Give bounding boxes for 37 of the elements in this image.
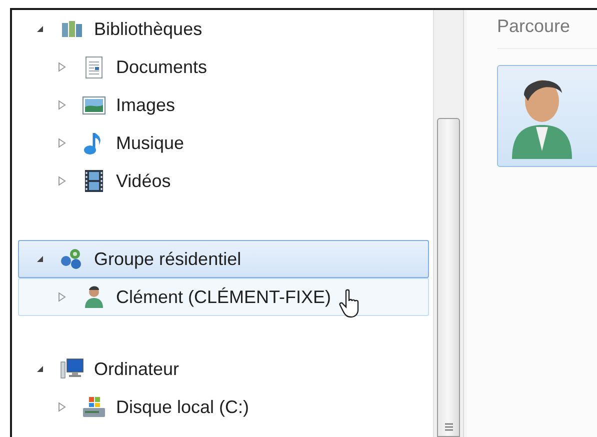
user-tile[interactable]: [497, 65, 597, 167]
tree-item-label: Groupe résidentiel: [94, 248, 242, 270]
expanded-arrow-icon[interactable]: [36, 365, 44, 373]
collapsed-arrow-icon[interactable]: [58, 402, 66, 412]
tree-item[interactable]: Disque local (C:): [18, 388, 429, 426]
tree-item-label: Clément (CLÉMENT-FIXE): [116, 286, 332, 308]
tree-item-label: Musique: [116, 132, 184, 154]
expanded-arrow-icon[interactable]: [36, 25, 44, 33]
network-people-icon: [60, 247, 84, 271]
tree-item[interactable]: Vidéos: [18, 162, 429, 200]
tree-item[interactable]: Ordinateur: [18, 350, 429, 388]
scrollbar[interactable]: [433, 10, 463, 437]
tree-item-label: Ordinateur: [94, 358, 180, 380]
drive-icon: [82, 395, 106, 419]
user-icon: [82, 285, 106, 309]
collapsed-arrow-icon[interactable]: [58, 138, 66, 148]
tree-item[interactable]: Musique: [18, 124, 429, 162]
tree-item-label: Documents: [116, 56, 208, 78]
expanded-arrow-icon[interactable]: [36, 255, 44, 263]
tree-item[interactable]: Clément (CLÉMENT-FIXE): [18, 278, 429, 316]
collapsed-arrow-icon[interactable]: [58, 62, 66, 72]
grip-icon: [444, 423, 454, 432]
tree-item-label: Disque local (C:): [116, 396, 250, 418]
computer-icon: [60, 357, 84, 381]
collapsed-arrow-icon[interactable]: [58, 100, 66, 110]
tree-item[interactable]: Images: [18, 86, 429, 124]
film-strip-icon: [82, 169, 106, 193]
tree-item-label: Bibliothèques: [94, 18, 202, 40]
content-heading: Parcoure: [497, 15, 572, 38]
scrollbar-thumb[interactable]: [437, 118, 460, 437]
tree-item[interactable]: Groupe résidentiel: [18, 240, 429, 278]
collapsed-arrow-icon[interactable]: [58, 176, 66, 186]
collapsed-arrow-icon[interactable]: [58, 292, 66, 302]
tree-item[interactable]: Bibliothèques: [18, 10, 429, 48]
tree-item-label: Images: [116, 94, 176, 116]
tree-item-label: Vidéos: [116, 170, 171, 192]
tree-item[interactable]: Documents: [18, 48, 429, 86]
